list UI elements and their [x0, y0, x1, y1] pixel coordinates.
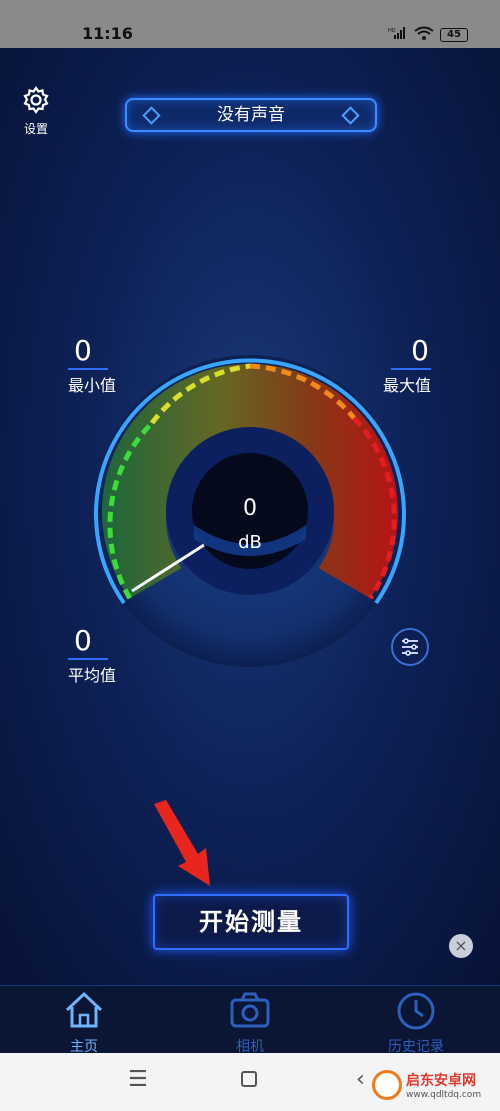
back-icon[interactable]: ‹ — [356, 1067, 365, 1092]
svg-text:HD: HD — [388, 28, 396, 34]
gear-icon — [22, 86, 50, 118]
status-icons: HD 45 — [388, 26, 468, 43]
bottom-nav: 主页 相机 历史记录 — [0, 985, 500, 1056]
annotation-arrow-icon — [154, 800, 210, 886]
tab-home[interactable]: 主页 — [34, 990, 134, 1056]
home-square-icon[interactable] — [240, 1069, 258, 1094]
start-measure-button[interactable]: 开始测量 — [153, 894, 349, 950]
clock-icon — [395, 992, 437, 1034]
tab-camera[interactable]: 相机 — [200, 990, 300, 1056]
watermark: 启东安卓网 www.qdltdq.com — [372, 1070, 481, 1100]
battery-indicator: 45 — [440, 27, 468, 42]
signal-icon: HD — [388, 27, 408, 42]
settings-label: 设置 — [23, 122, 48, 136]
settings-button[interactable]: 设置 — [20, 86, 52, 137]
decibel-gauge: 0 dB — [94, 355, 406, 667]
menu-icon[interactable]: ☰ — [128, 1067, 148, 1092]
watermark-logo-icon — [372, 1070, 402, 1100]
app-main: 设置 没有声音 0 最小值 0 最大值 0 平均值 0 dB 开始测量 × — [0, 48, 500, 985]
status-bar: 11:16 HD 45 — [0, 0, 500, 48]
diamond-right-icon — [341, 106, 360, 125]
camera-icon — [228, 992, 272, 1034]
clock-text: 11:16 — [82, 24, 133, 43]
diamond-left-icon — [142, 106, 161, 125]
mode-selector[interactable]: 没有声音 — [125, 98, 377, 132]
mode-label: 没有声音 — [217, 105, 285, 125]
gauge-unit: dB — [238, 532, 262, 553]
wifi-icon — [414, 26, 434, 43]
home-icon — [63, 991, 105, 1034]
close-button[interactable]: × — [449, 934, 473, 958]
tab-history[interactable]: 历史记录 — [366, 990, 466, 1056]
gauge-value: 0 — [243, 496, 257, 521]
watermark-title: 启东安卓网 — [406, 1073, 476, 1089]
filter-button[interactable] — [391, 628, 429, 666]
watermark-url: www.qdltdq.com — [406, 1090, 482, 1100]
